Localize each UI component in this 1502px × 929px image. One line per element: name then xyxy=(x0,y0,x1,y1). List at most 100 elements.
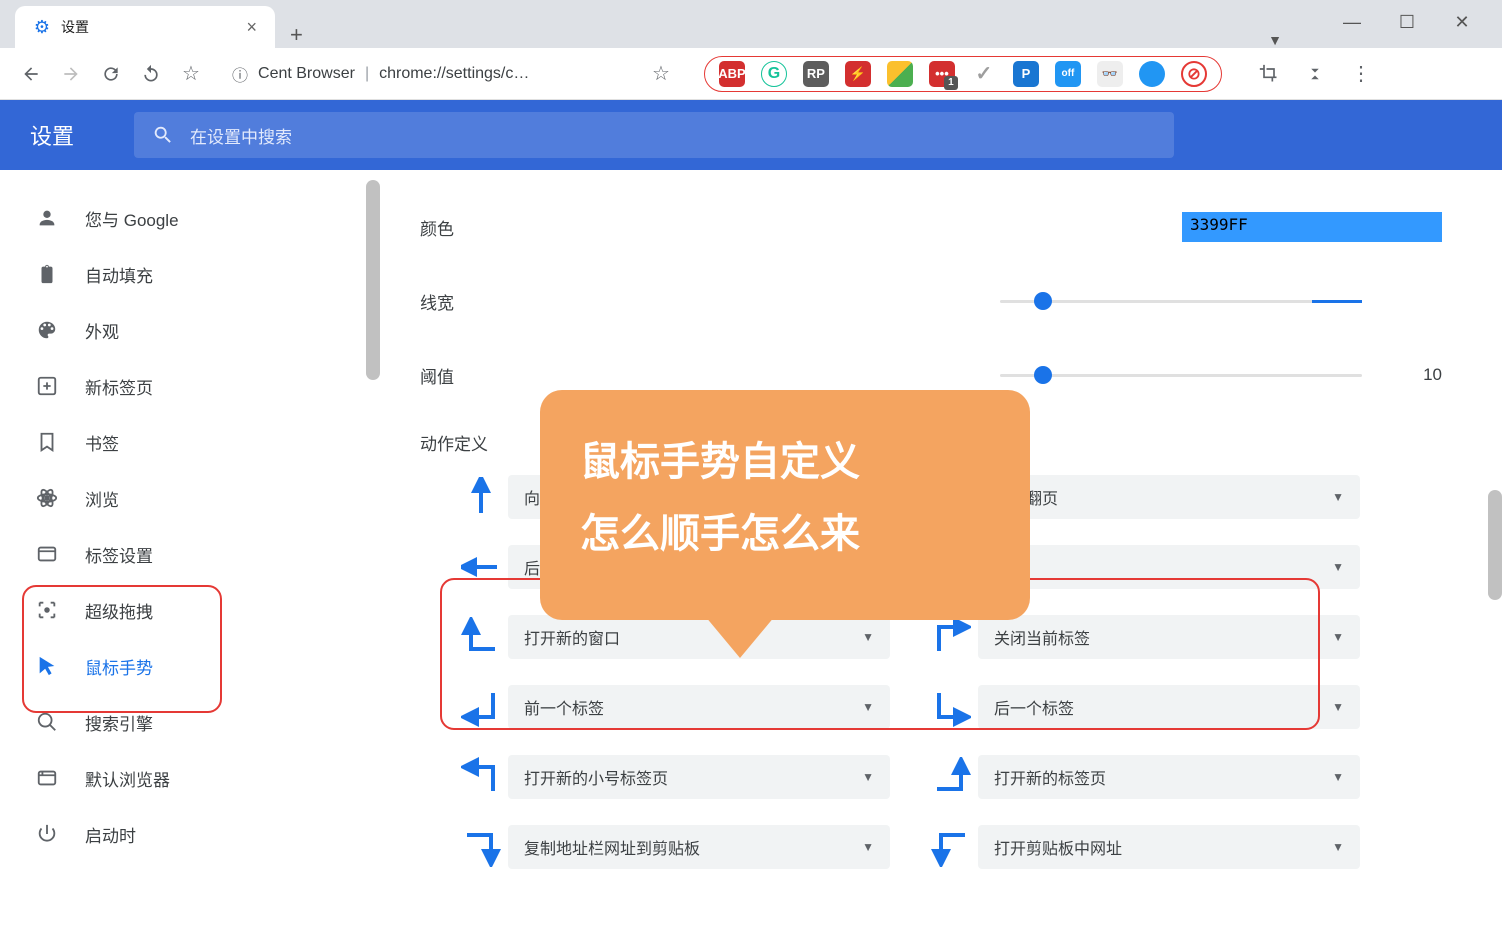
linewidth-label: 线宽 xyxy=(420,289,540,314)
gesture-select[interactable]: 前一个标签 ▼ xyxy=(508,685,890,729)
arrow-right-down-icon xyxy=(460,826,502,868)
extension-rp-icon[interactable]: RP xyxy=(803,61,829,87)
extension-off-icon[interactable]: off xyxy=(1055,61,1081,87)
gesture-cell-4-0: 打开新的小号标签页 ▼ xyxy=(460,755,890,799)
extension-lastpass-icon[interactable]: ••• xyxy=(929,61,955,87)
reload-button[interactable] xyxy=(98,61,124,87)
extension-noscript-icon[interactable]: ⊘ xyxy=(1181,61,1207,87)
crop-icon[interactable] xyxy=(1256,61,1282,87)
tab-overflow-icon[interactable]: ▼ xyxy=(1268,32,1282,48)
chevron-down-icon: ▼ xyxy=(1332,840,1344,854)
color-row: 颜色 3399FF xyxy=(420,190,1442,264)
gesture-select[interactable]: 打开剪贴板中网址 ▼ xyxy=(978,825,1360,869)
settings-header: 设置 在设置中搜索 xyxy=(0,100,1502,170)
close-tab-icon[interactable]: × xyxy=(246,17,257,38)
threshold-value: 10 xyxy=(1382,365,1442,385)
forward-button[interactable] xyxy=(58,61,84,87)
close-window-button[interactable]: ✕ xyxy=(1452,13,1472,33)
extension-blue-icon[interactable] xyxy=(1139,61,1165,87)
extension-grammarly-icon[interactable]: G xyxy=(761,61,787,87)
arrow-left-up-icon xyxy=(460,616,502,658)
gesture-select[interactable]: 后一个标签 ▼ xyxy=(978,685,1360,729)
gesture-select-label: 打开新的窗口 xyxy=(524,625,620,649)
extension-adblock-icon[interactable]: ABP xyxy=(719,61,745,87)
sidebar-scrollbar[interactable] xyxy=(366,180,380,380)
speech-bubble-annotation: 鼠标手势自定义 怎么顺手怎么来 xyxy=(540,390,1030,620)
gesture-select-label: 后一个标签 xyxy=(994,695,1074,719)
bookmark-icon xyxy=(35,430,59,454)
color-value-input[interactable]: 3399FF xyxy=(1182,212,1442,242)
chevron-down-icon: ▼ xyxy=(1332,630,1344,644)
arrow-up-right-icon xyxy=(930,616,972,658)
sidebar-item-1[interactable]: 自动填充 xyxy=(0,246,380,302)
threshold-slider[interactable]: 10 xyxy=(1000,365,1442,385)
palette-icon xyxy=(35,318,59,342)
gesture-select[interactable]: 打开新的窗口 ▼ xyxy=(508,615,890,659)
settings-search-input[interactable]: 在设置中搜索 xyxy=(134,112,1174,158)
gesture-select[interactable]: 关闭当前标签 ▼ xyxy=(978,615,1360,659)
sidebar-item-label: 标签设置 xyxy=(85,542,153,567)
sidebar-item-3[interactable]: 新标签页 xyxy=(0,358,380,414)
sidebar-item-label: 自动填充 xyxy=(85,262,153,287)
content-scrollbar[interactable] xyxy=(1488,490,1502,600)
extension-flash-icon[interactable]: ⚡ xyxy=(845,61,871,87)
gesture-cell-5-0: 复制地址栏网址到剪贴板 ▼ xyxy=(460,825,890,869)
gesture-cell-5-1: 打开剪贴板中网址 ▼ xyxy=(930,825,1360,869)
undo-button[interactable] xyxy=(138,61,164,87)
tab-title: 设置 xyxy=(61,17,89,37)
gesture-select[interactable]: 复制地址栏网址到剪贴板 ▼ xyxy=(508,825,890,869)
gear-icon: ⚙ xyxy=(33,18,51,36)
arrow-up-icon xyxy=(460,476,502,518)
sidebar-item-6[interactable]: 标签设置 xyxy=(0,526,380,582)
cursor-icon xyxy=(35,654,59,678)
threshold-label: 阈值 xyxy=(420,363,540,388)
sidebar-item-0[interactable]: 您与 Google xyxy=(0,190,380,246)
extension-check-icon[interactable]: ✓ xyxy=(971,61,997,87)
browser-toolbar: ☆ ⓘ Cent Browser|chrome://settings/c… ☆ … xyxy=(0,48,1502,100)
sidebar-item-7[interactable]: 超级拖拽 xyxy=(0,582,380,638)
arrow-right-up-icon xyxy=(930,756,972,798)
back-button[interactable] xyxy=(18,61,44,87)
new-tab-button[interactable]: + xyxy=(290,22,303,48)
sidebar-item-9[interactable]: 搜索引擎 xyxy=(0,694,380,750)
extension-incognito-icon[interactable]: 👓 xyxy=(1097,61,1123,87)
settings-sidebar: 您与 Google 自动填充外观新标签页书签浏览标签设置超级拖拽鼠标手势搜索引擎默… xyxy=(0,170,380,929)
sidebar-item-label: 浏览 xyxy=(85,486,119,511)
gesture-select-label: 关闭当前标签 xyxy=(994,625,1090,649)
star-icon[interactable]: ☆ xyxy=(652,61,670,86)
arrow-down-left-icon xyxy=(460,686,502,728)
sidebar-item-label: 外观 xyxy=(85,318,119,343)
gesture-select-label: 复制地址栏网址到剪贴板 xyxy=(524,835,700,859)
extension-p-icon[interactable]: P xyxy=(1013,61,1039,87)
omnibox[interactable]: ⓘ Cent Browser|chrome://settings/c… xyxy=(218,56,638,92)
sidebar-item-label: 您与 Google xyxy=(85,206,179,231)
gesture-row-2: 打开新的窗口 ▼ 关闭当前标签 ▼ xyxy=(460,615,1442,659)
minimize-button[interactable]: — xyxy=(1342,13,1362,33)
chevrons-icon[interactable] xyxy=(1302,61,1328,87)
maximize-button[interactable]: ☐ xyxy=(1397,13,1417,33)
sidebar-item-5[interactable]: 浏览 xyxy=(0,470,380,526)
gesture-select[interactable]: 打开新的小号标签页 ▼ xyxy=(508,755,890,799)
gesture-select[interactable]: 打开新的标签页 ▼ xyxy=(978,755,1360,799)
bookmark-star-button[interactable]: ☆ xyxy=(178,61,204,87)
sidebar-item-11[interactable]: 启动时 xyxy=(0,806,380,862)
sidebar-item-label: 鼠标手势 xyxy=(85,654,153,679)
gesture-select-label: 打开剪贴板中网址 xyxy=(994,835,1122,859)
linewidth-slider[interactable] xyxy=(1000,300,1442,303)
omnibox-text: Cent Browser|chrome://settings/c… xyxy=(258,65,529,83)
gesture-select[interactable]: 前进 ▼ xyxy=(978,545,1360,589)
menu-icon[interactable]: ⋮ xyxy=(1348,61,1374,87)
toolbar-right: ⋮ xyxy=(1256,61,1374,87)
settings-title: 设置 xyxy=(30,119,74,151)
browser-tab[interactable]: ⚙ 设置 × xyxy=(15,6,275,48)
sidebar-item-8[interactable]: 鼠标手势 xyxy=(0,638,380,694)
speech-line2: 怎么顺手怎么来 xyxy=(580,498,990,570)
plus-box-icon xyxy=(35,374,59,398)
extension-colorful-icon[interactable] xyxy=(887,61,913,87)
sidebar-item-2[interactable]: 外观 xyxy=(0,302,380,358)
sidebar-item-10[interactable]: 默认浏览器 xyxy=(0,750,380,806)
sidebar-item-4[interactable]: 书签 xyxy=(0,414,380,470)
gesture-select[interactable]: 向下翻页 ▼ xyxy=(978,475,1360,519)
chevron-down-icon: ▼ xyxy=(862,700,874,714)
linewidth-row: 线宽 xyxy=(420,264,1442,338)
